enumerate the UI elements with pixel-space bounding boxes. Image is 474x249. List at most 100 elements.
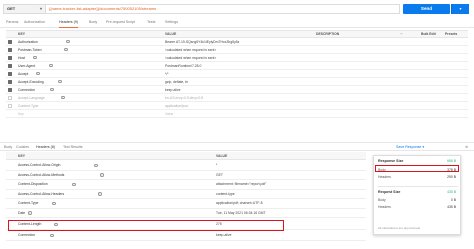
table-row: Content-Type application/json (6, 102, 468, 110)
header-value: GET (216, 172, 223, 177)
new-key-input[interactable]: Key (18, 110, 24, 118)
table-row: Date i Tue, 11 May 2021 06:34:16 GMT (6, 209, 366, 218)
globe-icon[interactable]: ⊕ (465, 143, 468, 151)
table-row: User-Agent i PostmanRuntime/7.28.0 (6, 62, 468, 70)
info-icon[interactable]: i (33, 55, 37, 59)
table-row: Accept i */* (6, 70, 468, 78)
checkbox[interactable] (8, 104, 12, 108)
request-tabs: Params Authorization Headers (9) Body Pr… (0, 18, 474, 28)
table-row: Authorization i Bearer AT-19-SQsng5Y4k1t… (6, 38, 468, 46)
info-icon[interactable]: i (61, 95, 65, 99)
info-icon[interactable]: i (66, 39, 70, 43)
header-value[interactable]: application/json (165, 102, 188, 110)
tab-params[interactable]: Params (6, 18, 18, 28)
header-key: Access-Control-Allow-Headers (18, 191, 65, 196)
header-key[interactable]: Postman-Token (18, 46, 42, 54)
content-length-highlight (8, 220, 284, 231)
response-tabs: Body Cookies Headers (8) Test Results Sa… (0, 142, 474, 153)
info-icon[interactable]: i (72, 182, 76, 186)
header-value: content-type (216, 191, 235, 196)
method-label: GET (7, 6, 16, 11)
url-input[interactable]: {{name-tracker-list-adapter}}/documents/… (45, 4, 400, 14)
request-headers-label: Headers (378, 205, 391, 209)
tab-tests[interactable]: Tests (147, 18, 155, 28)
info-icon[interactable]: i (50, 233, 54, 237)
body-size-highlight (375, 165, 459, 172)
info-icon[interactable]: i (49, 63, 53, 67)
send-button[interactable]: Send (403, 4, 450, 14)
checkbox[interactable] (8, 80, 12, 84)
presets-button[interactable]: Presets (445, 31, 457, 38)
request-body-size: 0 B (450, 198, 456, 202)
column-value: VALUE (165, 32, 177, 36)
tab-headers[interactable]: Headers (9) (59, 18, 78, 28)
response-size-title: Response Size (378, 159, 404, 163)
tab-body[interactable]: Body (89, 18, 97, 28)
header-key[interactable]: Accept-Language (18, 94, 45, 102)
table-row: Connection i keep-alive (6, 231, 366, 241)
header-value: Tue, 11 May 2021 06:34:16 GMT (216, 210, 266, 215)
info-icon[interactable]: i (94, 163, 98, 167)
header-value[interactable]: en-US,en;q=0.9,de;q=0.8 (165, 94, 203, 102)
postman-window: GET ▾ {{name-tracker-list-adapter}}/docu… (0, 0, 474, 249)
info-icon[interactable]: i (58, 79, 62, 83)
info-icon[interactable]: i (28, 211, 32, 215)
header-value[interactable]: <calculated when request is sent> (165, 54, 216, 62)
request-size-total: 435 B (447, 190, 456, 194)
header-value[interactable]: gzip, deflate, br (165, 78, 188, 86)
response-headers-label: Headers (378, 175, 391, 179)
checkbox[interactable] (8, 88, 12, 92)
header-value[interactable]: <calculated when request is sent> (165, 46, 216, 54)
checkbox[interactable] (8, 48, 12, 52)
tab-pre-request-script[interactable]: Pre-request Script (106, 18, 135, 28)
header-key: Date (18, 210, 26, 215)
header-value[interactable]: keep-alive (165, 86, 180, 94)
save-response-button[interactable]: Save Response ▾ (396, 143, 424, 151)
header-key[interactable]: User-Agent (18, 62, 35, 70)
checkbox[interactable] (8, 40, 12, 44)
table-row: Accept-Language i en-US,en;q=0.9,de;q=0.… (6, 94, 468, 102)
request-headers-size: 435 B (447, 205, 456, 209)
table-row: Content-Disposition i attachment; filena… (6, 180, 366, 190)
send-options-chevron-icon[interactable]: ▾ (451, 4, 469, 14)
header-key: Access-Control-Allow-Methods (18, 172, 65, 177)
header-value[interactable]: PostmanRuntime/7.28.0 (165, 62, 201, 70)
checkbox[interactable] (8, 64, 12, 68)
info-icon[interactable]: i (98, 192, 102, 196)
info-icon[interactable]: i (64, 47, 68, 51)
info-icon[interactable]: i (50, 87, 54, 91)
header-key[interactable]: Accept-Encoding (18, 78, 44, 86)
chevron-down-icon: ▾ (39, 6, 42, 11)
table-row: Access-Control-Allow-Origin i * (6, 161, 366, 171)
header-value: * (216, 163, 218, 167)
header-key: Connection (18, 233, 36, 237)
info-icon[interactable]: i (52, 201, 56, 205)
info-icon[interactable]: i (36, 71, 40, 75)
checkbox[interactable] (8, 56, 12, 60)
header-key[interactable]: Host (18, 54, 25, 62)
request-body-label: Body (378, 198, 386, 202)
header-key: Content-Disposition (18, 182, 48, 186)
table-row: Connection i keep-alive (6, 86, 468, 94)
header-value[interactable]: */* (165, 70, 169, 78)
new-value-input[interactable]: Value (165, 110, 173, 118)
bulk-edit-button[interactable]: Bulk Edit (421, 31, 436, 38)
checkbox[interactable] (8, 96, 12, 100)
table-row: Content-Type i application/pdf; charset=… (6, 199, 366, 209)
approximation-note: All calculations are approximate (378, 226, 421, 230)
column-value: VALUE (216, 154, 228, 158)
header-value: attachment; filename="report.pdf" (216, 182, 267, 186)
method-select[interactable]: GET ▾ (3, 4, 45, 14)
more-options-icon[interactable]: ··· (400, 31, 403, 38)
header-key[interactable]: Accept (18, 70, 28, 78)
tab-settings[interactable]: Settings (165, 18, 178, 28)
info-icon[interactable]: i (100, 173, 104, 177)
header-key[interactable]: Authorization (18, 38, 38, 46)
checkbox[interactable] (8, 72, 12, 76)
tab-authorization[interactable]: Authorization (24, 18, 45, 28)
header-value[interactable]: Bearer AT-19-SQsng5Y4k1tEylyDmTHcxZbg5y5… (165, 38, 239, 46)
header-key[interactable]: Connection (18, 86, 35, 94)
column-key: KEY (18, 32, 25, 36)
header-key[interactable]: Content-Type (18, 102, 38, 110)
table-row: Access-Control-Allow-Methods i GET (6, 171, 366, 180)
